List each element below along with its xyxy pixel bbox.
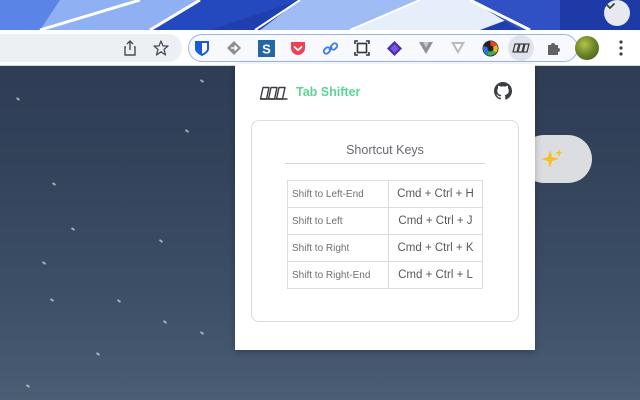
divider	[285, 163, 485, 164]
layers-icon[interactable]	[385, 39, 403, 57]
table-row: Shift to Left-End Cmd + Ctrl + H	[287, 180, 483, 208]
background-artwork	[0, 0, 640, 30]
app-title: Tab Shifter	[296, 85, 361, 99]
sparkle-icon	[541, 149, 563, 168]
tab-strip	[0, 0, 640, 30]
pocket-icon[interactable]	[289, 39, 307, 57]
chevron-down-icon	[605, 3, 615, 10]
diamond-arrow-icon[interactable]	[225, 39, 243, 57]
section-title: Shortcut Keys	[346, 143, 424, 157]
bookmark-star-icon[interactable]	[152, 39, 170, 57]
tab-search-button[interactable]	[604, 0, 630, 26]
tab-shifter-logo-icon	[259, 86, 288, 100]
screenshot-frame-icon[interactable]	[353, 39, 371, 57]
profile-avatar[interactable]	[575, 36, 599, 60]
popup-header: Tab Shifter	[235, 64, 535, 120]
svg-text:S: S	[262, 41, 271, 56]
browser-toolbar: S	[0, 30, 640, 66]
share-icon[interactable]	[121, 39, 139, 57]
github-icon[interactable]	[494, 82, 512, 100]
shortcut-keys: Cmd + Ctrl + L	[388, 261, 483, 289]
shortcut-keys: Cmd + Ctrl + H	[388, 180, 483, 208]
shortcut-action: Shift to Right-End	[287, 261, 389, 289]
shortcut-table: Shift to Left-End Cmd + Ctrl + H Shift t…	[287, 180, 483, 289]
v-logo-outline-icon[interactable]	[449, 39, 467, 57]
table-row: Shift to Left Cmd + Ctrl + J	[287, 207, 483, 235]
kebab-menu-icon[interactable]	[612, 39, 630, 57]
shortcut-action: Shift to Left-End	[287, 180, 389, 208]
bitwarden-icon[interactable]	[193, 39, 211, 57]
v-logo-icon[interactable]	[417, 39, 435, 57]
shortcut-action: Shift to Left	[287, 207, 389, 235]
table-row: Shift to Right Cmd + Ctrl + K	[287, 234, 483, 262]
tab-shifter-popup: Tab Shifter Shortcut Keys Shift to Left-…	[235, 64, 535, 350]
shortcut-keys: Cmd + Ctrl + J	[388, 207, 483, 235]
color-wheel-icon[interactable]	[481, 39, 499, 57]
shortcut-keys-card: Shortcut Keys Shift to Left-End Cmd + Ct…	[251, 120, 519, 322]
table-row: Shift to Right-End Cmd + Ctrl + L	[287, 261, 483, 289]
puzzle-icon[interactable]	[545, 39, 563, 57]
shortcut-action: Shift to Right	[287, 234, 389, 262]
s-app-icon[interactable]: S	[257, 39, 275, 57]
link-icon[interactable]	[321, 39, 339, 57]
shortcut-keys: Cmd + Ctrl + K	[388, 234, 483, 262]
tab-shifter-icon	[512, 43, 530, 53]
tab-shifter-extension-button[interactable]	[508, 35, 534, 61]
